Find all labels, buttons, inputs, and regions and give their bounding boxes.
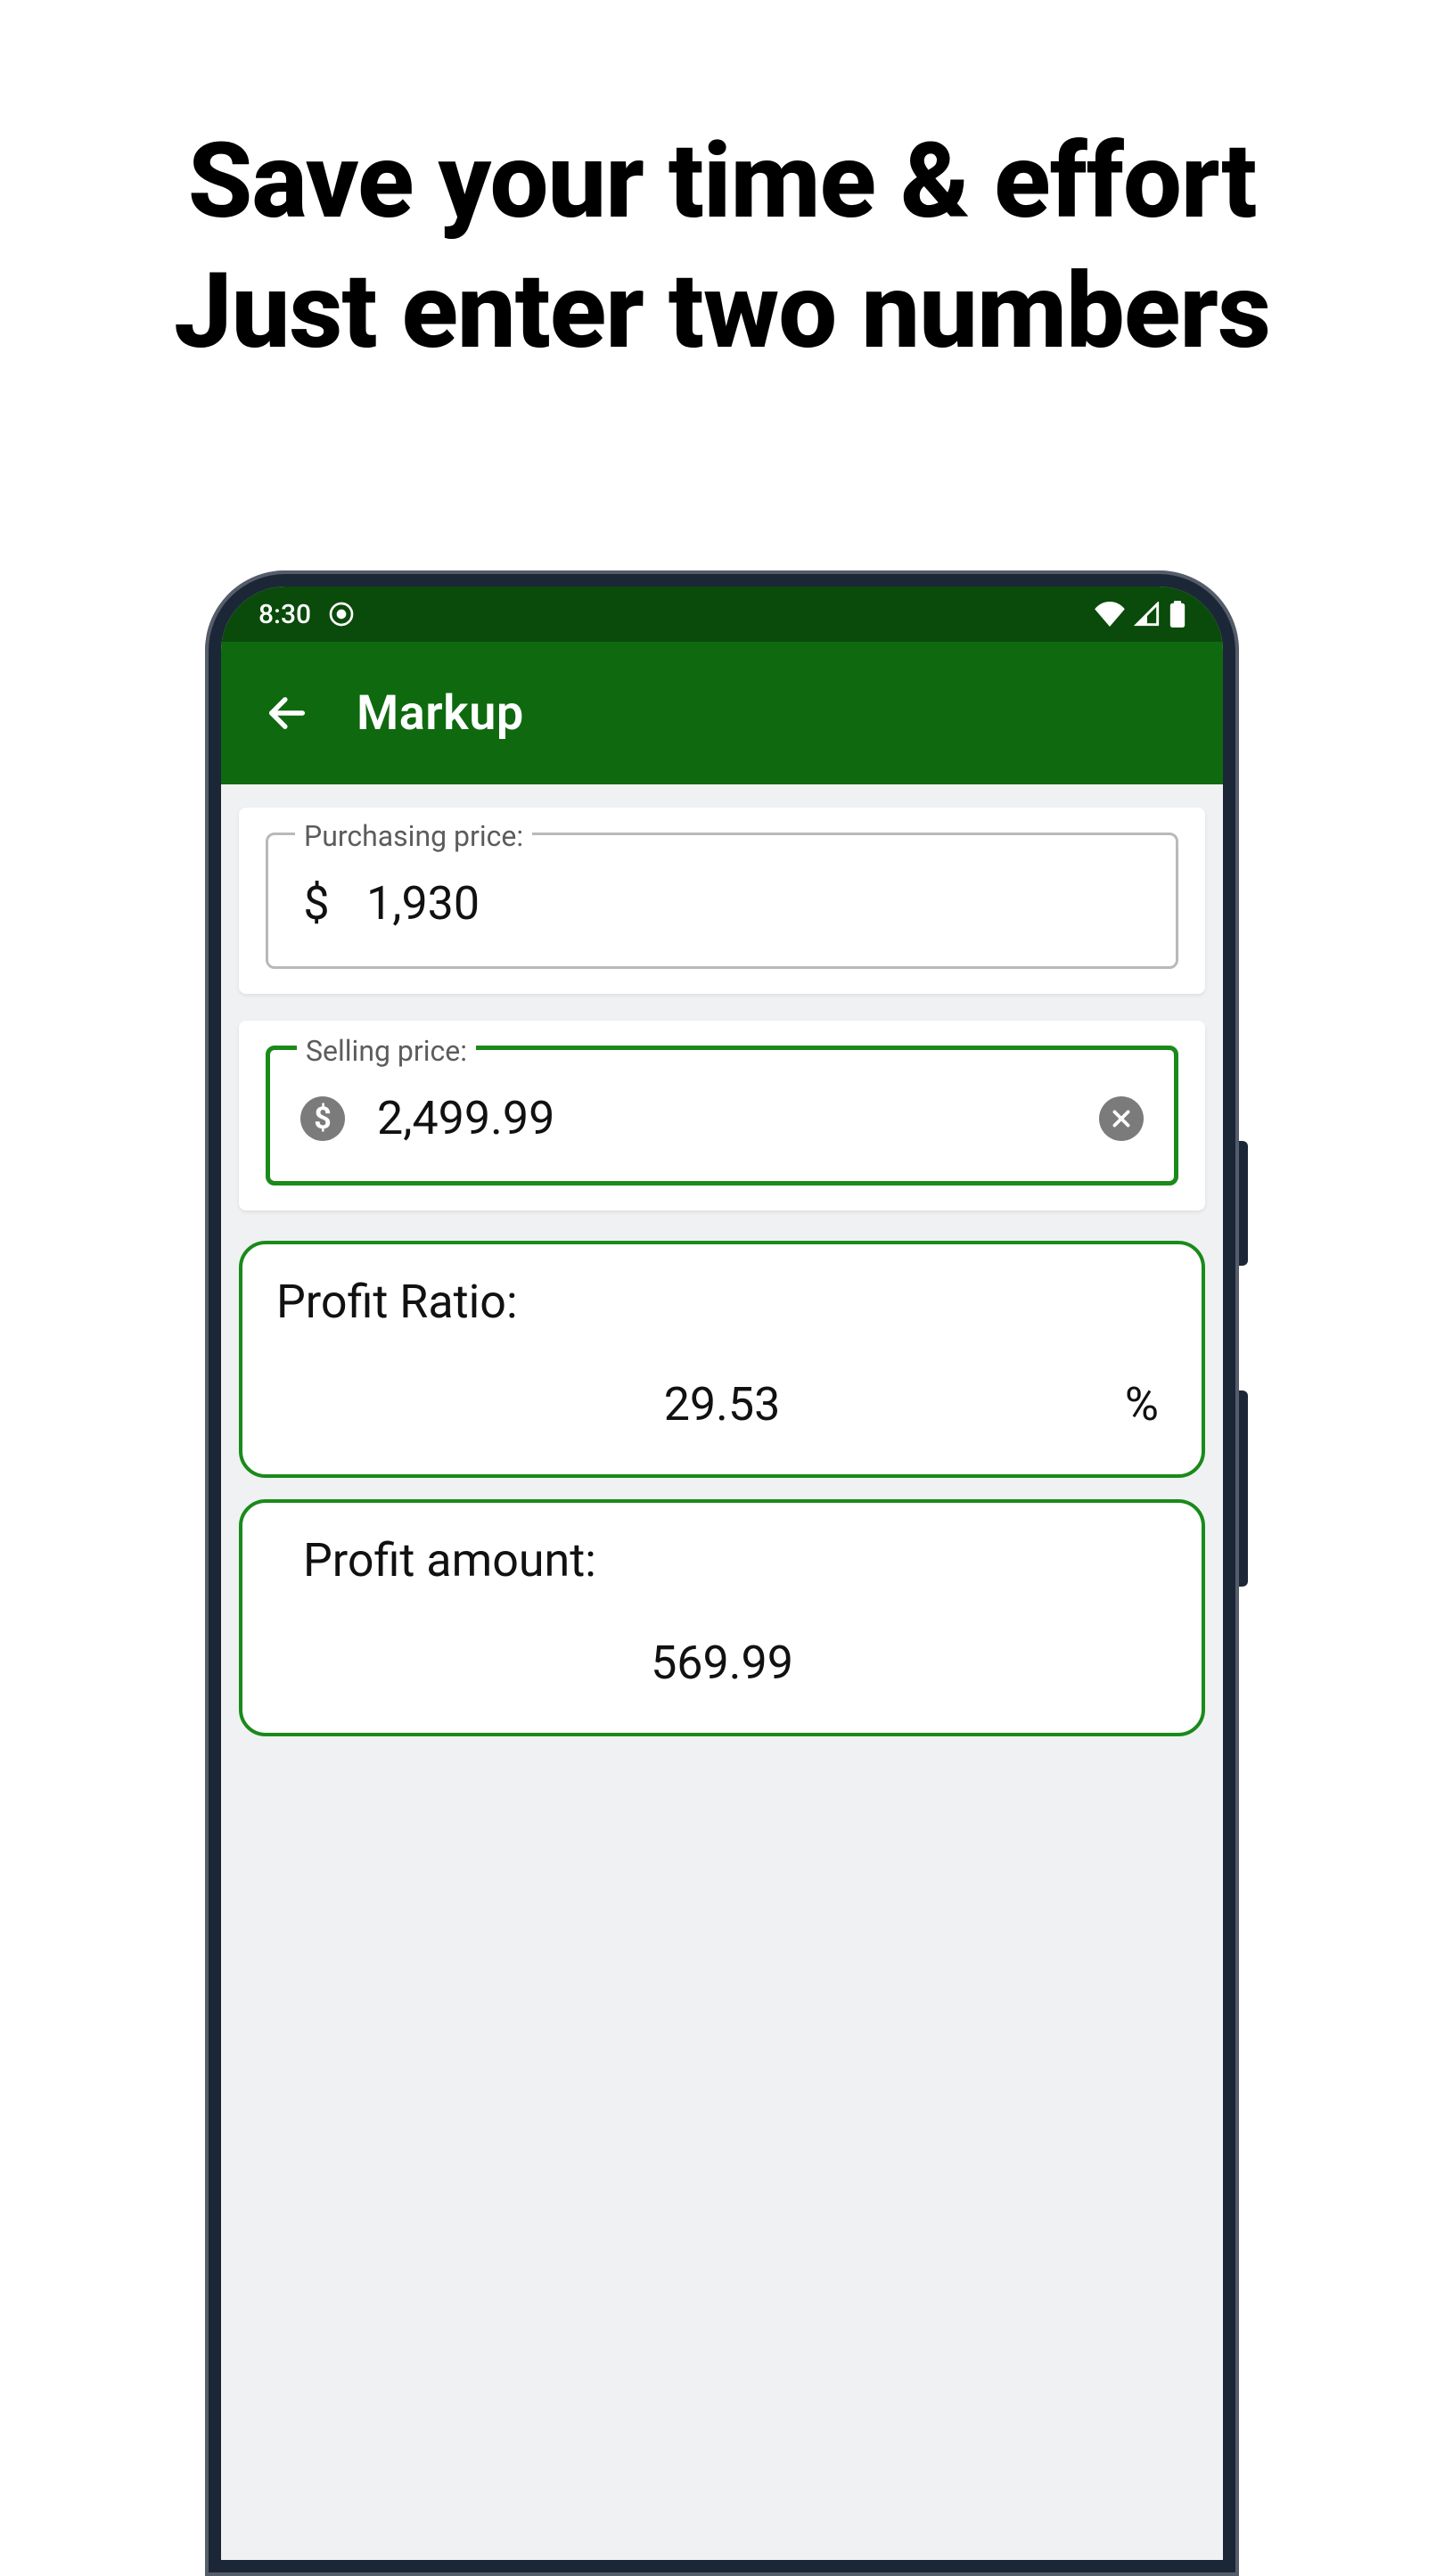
purchasing-price-card: Purchasing price: $ [239,808,1205,994]
selling-price-label: Selling price: [297,1034,476,1068]
profit-amount-value: 569.99 [276,1636,1168,1690]
phone-frame: 8:30 [205,570,1239,2576]
dollar-icon: $ [299,876,334,931]
phone-side-button [1239,1141,1248,1266]
status-bar: 8:30 [221,587,1223,642]
dnd-icon [327,600,356,628]
clear-button[interactable] [1099,1096,1144,1141]
profit-ratio-value: 29.53 [276,1377,1168,1432]
profit-ratio-card: Profit Ratio: 29.53 % [239,1241,1205,1478]
dollar-circle-icon: $ [300,1096,345,1141]
back-button[interactable] [264,690,310,736]
phone-screen: 8:30 [221,587,1223,2560]
purchasing-price-label: Purchasing price: [295,819,532,853]
selling-price-field-wrapper: Selling price: $ [266,1046,1178,1185]
app-bar: Markup [221,642,1223,784]
cell-signal-icon [1134,602,1161,627]
selling-price-input[interactable] [377,1091,1067,1145]
profit-amount-card: Profit amount: 569.99 [239,1499,1205,1736]
wifi-icon [1095,602,1125,627]
purchasing-price-field-wrapper: Purchasing price: $ [266,833,1178,969]
status-time: 8:30 [258,599,311,630]
phone-side-button [1239,1391,1248,1587]
page-title: Markup [357,685,524,742]
headline-line-2: Just enter two numbers [0,246,1444,376]
battery-icon [1169,601,1186,628]
profit-amount-label: Profit amount: [276,1533,1168,1587]
promo-headline: Save your time & effort Just enter two n… [0,0,1444,377]
purchasing-price-input[interactable] [366,876,1145,931]
percent-unit: % [1125,1377,1159,1432]
selling-price-card: Selling price: $ [239,1021,1205,1210]
profit-ratio-label: Profit Ratio: [276,1275,1168,1329]
headline-line-1: Save your time & effort [0,116,1444,246]
form-area: Purchasing price: $ Selling price: $ [221,784,1223,1736]
